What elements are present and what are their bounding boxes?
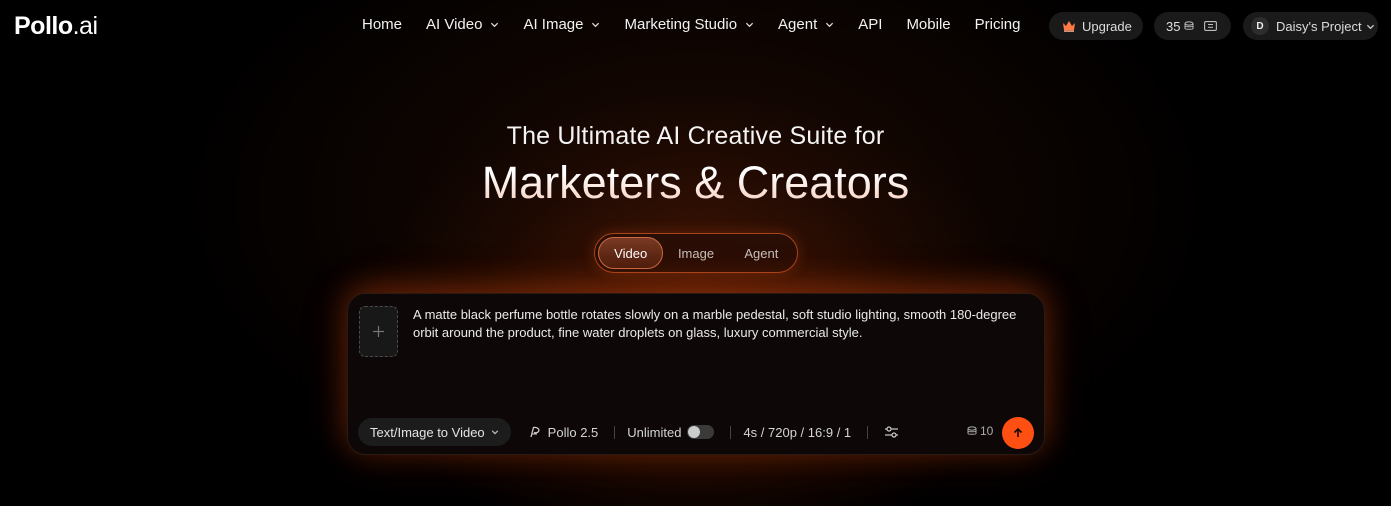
prompt-toolbar: Text/Image to Video Pollo 2.5 Unlimited …	[358, 417, 1036, 449]
chevron-down-icon	[745, 22, 754, 28]
chevron-down-icon	[1366, 24, 1374, 29]
pollo-logo[interactable]: Pollo.ai	[14, 12, 98, 41]
chevron-down-icon	[491, 430, 498, 435]
logo-text: Pollo	[14, 12, 73, 40]
nav-item-label: AI Video	[426, 16, 483, 33]
nav-item-marketing-studio[interactable]: Marketing Studio	[624, 16, 754, 33]
nav-item-pricing[interactable]: Pricing	[975, 16, 1021, 33]
project-name: Daisy's Project	[1276, 18, 1362, 34]
mode-dropdown[interactable]: Text/Image to Video	[358, 418, 511, 446]
nav-item-ai-image[interactable]: AI Image	[523, 16, 600, 33]
upgrade-label: Upgrade	[1082, 18, 1132, 34]
plus-icon	[373, 326, 384, 337]
divider	[614, 425, 616, 439]
chevron-down-icon	[592, 22, 600, 28]
nav-item-label: API	[858, 16, 883, 33]
nav-item-ai-video[interactable]: AI Video	[426, 16, 499, 33]
chevron-down-icon	[491, 22, 499, 28]
sliders-icon	[885, 426, 899, 438]
prompt-input[interactable]: A matte black perfume bottle rotates slo…	[413, 306, 1023, 342]
nav-item-label: Home	[362, 16, 403, 33]
toggle-knob	[688, 426, 701, 438]
upload-image-button[interactable]	[359, 306, 398, 357]
advanced-settings-button[interactable]	[884, 425, 899, 439]
credits-count: 35	[1166, 18, 1181, 34]
credit-cost: 10	[967, 424, 993, 438]
arrow-up-icon	[1013, 427, 1023, 437]
upgrade-button[interactable]: Upgrade	[1049, 12, 1143, 40]
logo-suffix: .ai	[72, 12, 98, 40]
nav-item-label: Agent	[778, 16, 818, 33]
nav-item-mobile[interactable]: Mobile	[906, 16, 950, 33]
ticket-icon	[1204, 21, 1218, 31]
credits-button[interactable]: 35	[1154, 12, 1231, 40]
chevron-down-icon	[826, 22, 834, 28]
toggle-switch[interactable]	[687, 425, 715, 439]
divider	[730, 425, 732, 439]
mode-label: Text/Image to Video	[370, 424, 485, 440]
top-navigation: Pollo.ai Home AI Video AI Image Marketin…	[0, 0, 1391, 52]
model-label: Pollo 2.5	[547, 424, 599, 440]
avatar: D	[1251, 17, 1269, 35]
generate-button[interactable]	[1002, 417, 1034, 449]
nav-item-label: Mobile	[906, 16, 951, 33]
credit-cost-value: 10	[980, 424, 994, 438]
crown-icon	[1063, 21, 1075, 32]
nav-item-agent[interactable]: Agent	[778, 16, 834, 33]
nav-item-api[interactable]: API	[858, 16, 882, 33]
video-settings[interactable]: 4s / 720p / 16:9 / 1	[743, 425, 851, 440]
tab-image[interactable]: Image	[663, 237, 728, 269]
unlimited-toggle[interactable]: Unlimited	[627, 424, 715, 440]
nav-item-label: Marketing Studio	[624, 16, 738, 33]
nav-item-label: Pricing	[974, 16, 1021, 33]
pollo-model-icon	[530, 426, 540, 438]
generation-type-tabs: Video Image Agent	[594, 233, 798, 273]
hero-title: Marketers & Creators	[0, 157, 1391, 209]
unlimited-label: Unlimited	[627, 424, 682, 440]
nav-links: Home AI Video AI Image Marketing Studio …	[362, 16, 1044, 33]
prompt-panel: A matte black perfume bottle rotates slo…	[347, 293, 1045, 455]
model-selector[interactable]: Pollo 2.5	[529, 424, 599, 440]
project-selector[interactable]: D Daisy's Project	[1243, 12, 1378, 40]
coin-stack-icon	[967, 426, 977, 435]
divider	[867, 425, 869, 439]
nav-item-home[interactable]: Home	[362, 16, 402, 33]
hero-subtitle: The Ultimate AI Creative Suite for	[506, 122, 885, 150]
nav-item-label: AI Image	[523, 16, 584, 33]
tab-agent[interactable]: Agent	[729, 237, 794, 269]
tab-video[interactable]: Video	[598, 237, 664, 269]
coin-stack-icon	[1184, 21, 1194, 30]
